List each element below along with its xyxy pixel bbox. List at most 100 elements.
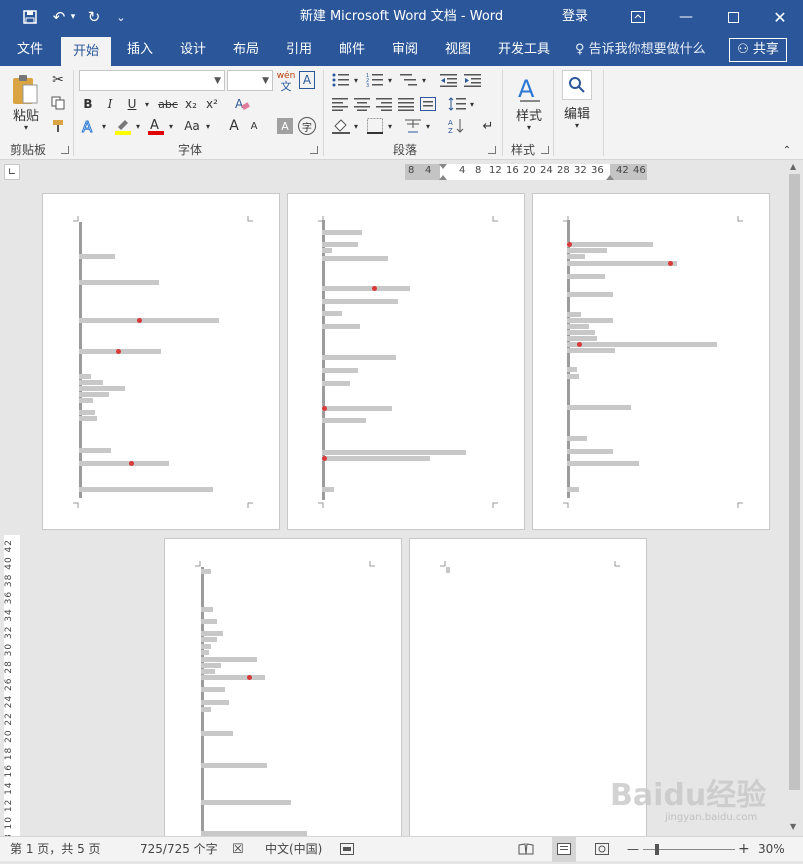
tab-view[interactable]: 视图 [436, 34, 480, 66]
word-count[interactable]: 725/725 个字 [140, 837, 218, 862]
tab-selector-icon[interactable]: ∟ [4, 164, 20, 180]
paste-dropdown-icon[interactable]: ▾ [20, 122, 32, 132]
justify-icon[interactable] [396, 94, 416, 114]
styles-launcher-icon[interactable] [541, 146, 549, 154]
char-border-icon[interactable]: A [299, 71, 315, 89]
shading-icon[interactable] [330, 116, 352, 136]
superscript-button[interactable]: x² [203, 94, 221, 114]
horizontal-ruler[interactable]: 8 4 4 8 12 16 20 24 28 32 36 42 46 [405, 164, 647, 180]
font-size-combo[interactable]: ▼ [227, 70, 273, 91]
borders-dropdown-icon[interactable]: ▾ [386, 116, 394, 136]
distributed-icon[interactable] [418, 94, 438, 114]
change-case-button[interactable]: Aa [181, 116, 203, 136]
italic-button[interactable]: I [101, 94, 119, 114]
minimize-button[interactable]: — [664, 0, 708, 34]
highlight-dropdown-icon[interactable]: ▾ [133, 116, 143, 136]
right-indent-marker[interactable] [606, 175, 614, 180]
hanging-indent-marker[interactable] [439, 175, 447, 180]
font-color-dropdown-icon[interactable]: ▾ [166, 116, 176, 136]
ribbon-display-icon[interactable] [616, 0, 660, 34]
editing-dropdown-icon[interactable]: ▾ [571, 120, 583, 130]
maximize-button[interactable] [711, 0, 755, 34]
editing-label[interactable]: 编辑 [558, 104, 596, 122]
tab-references[interactable]: 引用 [277, 34, 321, 66]
char-shading-icon[interactable]: A [277, 118, 293, 134]
styles-icon[interactable]: A [512, 72, 546, 106]
tell-me-search[interactable]: ♀ 告诉我你想要做什么 [575, 34, 706, 66]
line-spacing-icon[interactable] [446, 94, 468, 114]
grow-font-button[interactable]: A [226, 116, 242, 136]
change-case-dropdown-icon[interactable]: ▾ [203, 116, 213, 136]
web-layout-icon[interactable] [595, 837, 609, 862]
document-page-1[interactable] [42, 193, 280, 530]
shrink-font-button[interactable]: A [246, 116, 262, 136]
zoom-in-button[interactable]: + [738, 837, 750, 862]
text-effects-dropdown-icon[interactable]: ▾ [99, 116, 109, 136]
collapse-ribbon-icon[interactable]: ⌃ [780, 144, 794, 156]
proofing-icon[interactable]: ☒ [232, 837, 244, 862]
first-line-indent-marker[interactable] [439, 164, 447, 169]
tab-review[interactable]: 审阅 [383, 34, 427, 66]
underline-dropdown-icon[interactable]: ▾ [141, 94, 153, 114]
page-count[interactable]: 第 1 页，共 5 页 [10, 837, 101, 862]
line-spacing-dropdown-icon[interactable]: ▾ [468, 94, 476, 114]
zoom-slider-thumb[interactable] [655, 844, 659, 855]
document-page-3[interactable] [532, 193, 770, 530]
login-link[interactable]: 登录 [562, 0, 588, 34]
enclose-char-icon[interactable]: 字 [298, 117, 316, 135]
numbering-dropdown-icon[interactable]: ▾ [386, 70, 394, 90]
highlight-icon[interactable] [113, 116, 133, 136]
vertical-ruler[interactable]: 4 2 2 4 6 8 10 12 14 16 18 20 22 24 26 2… [4, 535, 20, 837]
strikethrough-button[interactable]: abc [156, 94, 180, 114]
font-name-combo[interactable]: ▼ [79, 70, 225, 91]
copy-icon[interactable] [48, 93, 68, 113]
tab-developer[interactable]: 开发工具 [492, 34, 556, 66]
chinese-layout-dropdown-icon[interactable]: ▾ [424, 116, 432, 136]
chinese-layout-icon[interactable] [402, 116, 424, 136]
zoom-level[interactable]: 30% [758, 837, 785, 862]
format-painter-icon[interactable] [48, 116, 68, 136]
numbering-icon[interactable]: 123 [364, 70, 386, 90]
bold-button[interactable]: B [79, 94, 97, 114]
share-button[interactable]: ⚇ 共享 [729, 38, 787, 62]
bullets-icon[interactable] [330, 70, 352, 90]
align-left-icon[interactable] [330, 94, 350, 114]
macro-recording-icon[interactable] [340, 837, 354, 862]
sort-icon[interactable]: AZ [446, 116, 468, 136]
decrease-indent-icon[interactable] [438, 70, 460, 90]
multilevel-dropdown-icon[interactable]: ▾ [420, 70, 428, 90]
search-icon[interactable] [562, 70, 592, 100]
cut-icon[interactable]: ✂ [48, 70, 68, 90]
subscript-button[interactable]: x₂ [182, 94, 200, 114]
redo-icon[interactable]: ↻ [81, 0, 107, 34]
text-effects-icon[interactable]: A [79, 116, 99, 136]
show-marks-icon[interactable]: ↵ [478, 116, 498, 136]
scroll-up-icon[interactable]: ▲ [790, 162, 796, 171]
print-layout-icon[interactable] [552, 837, 576, 862]
font-color-icon[interactable]: A [146, 116, 166, 136]
clear-formatting-icon[interactable]: A [233, 94, 251, 114]
close-button[interactable]: ✕ [758, 0, 802, 34]
language-indicator[interactable]: 中文(中国) [265, 837, 322, 862]
bullets-dropdown-icon[interactable]: ▾ [352, 70, 360, 90]
phonetic-guide-icon[interactable]: 文 [276, 80, 296, 93]
multilevel-list-icon[interactable] [398, 70, 420, 90]
scrollbar-thumb[interactable] [789, 174, 800, 790]
borders-icon[interactable] [364, 116, 386, 136]
save-icon[interactable] [17, 0, 43, 34]
increase-indent-icon[interactable] [462, 70, 484, 90]
undo-dropdown-icon[interactable]: ▾ [66, 0, 80, 34]
tab-mailings[interactable]: 邮件 [330, 34, 374, 66]
tab-home[interactable]: 开始 [61, 37, 111, 66]
tab-design[interactable]: 设计 [171, 34, 215, 66]
document-page-4[interactable] [164, 538, 402, 839]
shading-dropdown-icon[interactable]: ▾ [352, 116, 360, 136]
styles-dropdown-icon[interactable]: ▾ [523, 122, 535, 132]
tab-layout[interactable]: 布局 [224, 34, 268, 66]
styles-label[interactable]: 样式 [510, 106, 548, 124]
tab-file[interactable]: 文件 [6, 34, 54, 66]
scroll-down-icon[interactable]: ▼ [790, 822, 796, 831]
align-center-icon[interactable] [352, 94, 372, 114]
align-right-icon[interactable] [374, 94, 394, 114]
zoom-out-button[interactable]: — [627, 837, 639, 862]
